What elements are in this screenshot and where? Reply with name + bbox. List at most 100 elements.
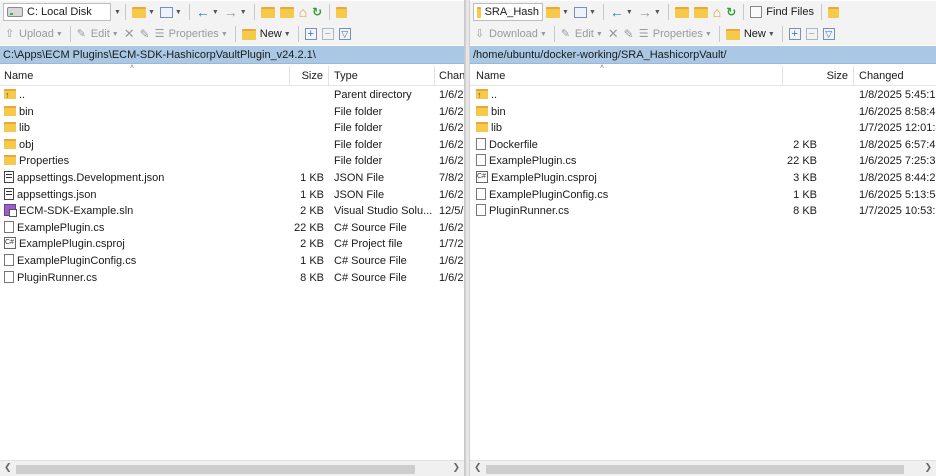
file-row[interactable]: lib 1/7/2025 12:01:4	[470, 120, 936, 137]
new-label: New	[259, 28, 282, 40]
file-row[interactable]: PluginRunner.cs 8 KB C# Source File 1/6/2	[0, 270, 464, 287]
back-button[interactable]: ← ▼	[194, 2, 221, 22]
file-row[interactable]: Dockerfile 2 KB 1/8/2025 6:57:46	[470, 137, 936, 154]
separator	[667, 4, 669, 20]
parent-dir-button[interactable]	[259, 2, 277, 22]
file-row[interactable]: .. Parent directory 1/6/2	[0, 87, 464, 104]
scroll-thumb[interactable]	[486, 465, 904, 474]
properties-button[interactable]: ☰ Properties ▼	[153, 24, 230, 44]
file-row[interactable]: ExamplePlugin.csproj 3 KB 1/8/2025 8:44:21	[470, 170, 936, 187]
refresh-button[interactable]: ↻	[724, 2, 738, 22]
filter-button[interactable]: ▼	[158, 2, 184, 22]
chevron-down-icon[interactable]: ▼	[114, 9, 121, 16]
back-button[interactable]: ← ▼	[608, 2, 635, 22]
separator	[743, 4, 745, 20]
properties-button[interactable]: ☰ Properties ▼	[637, 24, 714, 44]
download-button[interactable]: ⇩ Download ▼	[473, 24, 549, 44]
compare-button[interactable]	[826, 2, 841, 22]
file-name: ..	[491, 89, 498, 101]
file-row[interactable]: appsettings.Development.json 1 KB JSON Fil…	[0, 170, 464, 187]
column-name[interactable]: Name	[470, 66, 783, 86]
rename-button[interactable]: ✎	[622, 24, 636, 44]
refresh-button[interactable]: ↻	[310, 2, 324, 22]
file-row[interactable]: ExamplePluginConfig.cs 1 KB C# Source File…	[0, 253, 464, 270]
file-row[interactable]: obj File folder 1/6/2	[0, 137, 464, 154]
column-changed[interactable]: Changed	[854, 66, 936, 86]
rename-button[interactable]: ✎	[138, 24, 152, 44]
file-changed: 1/6/2	[439, 122, 464, 135]
column-size[interactable]: Size	[290, 66, 329, 86]
scroll-thumb[interactable]	[16, 465, 415, 474]
edit-button[interactable]: ✎ Edit ▼	[75, 24, 121, 44]
filter-button[interactable]: ▼	[572, 2, 598, 22]
file-changed: 1/6/2	[439, 221, 464, 234]
file-row[interactable]: bin 1/6/2025 8:58:41	[470, 104, 936, 121]
file-row[interactable]: appsettings.json 1 KB JSON File 1/6/2	[0, 187, 464, 204]
local-horizontal-scrollbar[interactable]: ❮ ❯	[0, 460, 464, 476]
cell-size	[783, 104, 817, 121]
remote-action-toolbar: ⇩ Download ▼ ✎ Edit ▼ ✕ ✎ ☰ Properties ▼…	[470, 23, 936, 45]
remote-horizontal-scrollbar[interactable]: ❮ ❯	[470, 460, 936, 476]
deselect-button[interactable]: −	[320, 24, 336, 44]
root-dir-button[interactable]	[692, 2, 710, 22]
cell-changed: 1/6/2	[439, 87, 464, 104]
file-row[interactable]: .. 1/8/2025 5:45:16	[470, 87, 936, 104]
select-all-button[interactable]: +	[787, 24, 803, 44]
cell-size: 1 KB	[290, 187, 324, 204]
filter-select-button[interactable]: ▽	[337, 24, 353, 44]
edit-icon: ✎	[76, 28, 87, 40]
file-row[interactable]: lib File folder 1/6/2	[0, 120, 464, 137]
edit-button[interactable]: ✎ Edit ▼	[559, 24, 605, 44]
scroll-left-icon[interactable]: ❮	[4, 462, 12, 473]
open-folder-button[interactable]: ▼	[544, 2, 571, 22]
find-files-label: Find Files	[766, 6, 814, 18]
local-path-bar[interactable]: C:\Apps\ECM Plugins\ECM-SDK-HashicorpVau…	[0, 46, 464, 64]
properties-label: Properties	[168, 28, 219, 40]
new-button[interactable]: New ▼	[240, 24, 293, 44]
new-button[interactable]: New ▼	[724, 24, 777, 44]
root-dir-button[interactable]	[278, 2, 296, 22]
column-size[interactable]: Size	[783, 66, 854, 86]
file-row[interactable]: PluginRunner.cs 8 KB 1/7/2025 10:53:2	[470, 203, 936, 220]
column-changed[interactable]: Chan	[435, 66, 464, 86]
delete-button[interactable]: ✕	[606, 24, 621, 44]
remote-path-bar[interactable]: /home/ubuntu/docker-working/SRA_Hashicor…	[470, 46, 936, 64]
deselect-button[interactable]: −	[804, 24, 820, 44]
upload-button[interactable]: ⇧ Upload ▼	[3, 24, 65, 44]
file-row[interactable]: ExamplePlugin.csproj 2 KB C# Project file 1…	[0, 236, 464, 253]
file-row[interactable]: ExamplePluginConfig.cs 1 KB 1/6/2025 5:13:…	[470, 187, 936, 204]
forward-button[interactable]: → ▼	[222, 2, 249, 22]
scroll-right-icon[interactable]: ❯	[924, 462, 932, 473]
scroll-right-icon[interactable]: ❯	[452, 462, 460, 473]
forward-button[interactable]: → ▼	[636, 2, 663, 22]
select-all-button[interactable]: +	[303, 24, 319, 44]
file-row[interactable]: bin File folder 1/6/2	[0, 104, 464, 121]
cell-size: 8 KB	[290, 270, 324, 287]
cell-type: File folder	[334, 120, 434, 137]
parent-dir-icon	[260, 6, 275, 18]
back-arrow-icon: ←	[609, 4, 624, 20]
file-name: ExamplePlugin.csproj	[19, 238, 125, 251]
scroll-left-icon[interactable]: ❮	[474, 462, 482, 473]
file-row[interactable]: ExamplePlugin.cs 22 KB 1/6/2025 7:25:39	[470, 153, 936, 170]
column-type[interactable]: Type	[329, 66, 435, 86]
properties-label: Properties	[652, 28, 703, 40]
find-files-button[interactable]: Find Files	[748, 2, 816, 22]
delete-button[interactable]: ✕	[122, 24, 137, 44]
file-row[interactable]: Properties File folder 1/6/2	[0, 153, 464, 170]
filter-select-button[interactable]: ▽	[821, 24, 837, 44]
cell-type: File folder	[334, 137, 434, 154]
properties-icon: ☰	[154, 28, 165, 40]
file-row[interactable]: ECM-SDK-Example.sln 2 KB Visual Studio Sol…	[0, 203, 464, 220]
parent-dir-button[interactable]	[673, 2, 691, 22]
remote-toolbar: SRA_Hash ▼ ▼ ← ▼ → ▼ ⌂ ↻ Find Files	[470, 1, 936, 23]
column-name[interactable]: Name	[0, 66, 290, 86]
remote-drive-selector[interactable]: SRA_Hash	[473, 3, 543, 21]
compare-button[interactable]	[334, 2, 349, 22]
local-drive-selector[interactable]: C: Local Disk	[3, 3, 111, 21]
file-row[interactable]: ExamplePlugin.cs 22 KB C# Source File 1/6/2	[0, 220, 464, 237]
home-button[interactable]: ⌂	[297, 2, 309, 22]
home-button[interactable]: ⌂	[711, 2, 723, 22]
open-folder-button[interactable]: ▼	[130, 2, 157, 22]
file-name: lib	[19, 122, 31, 135]
